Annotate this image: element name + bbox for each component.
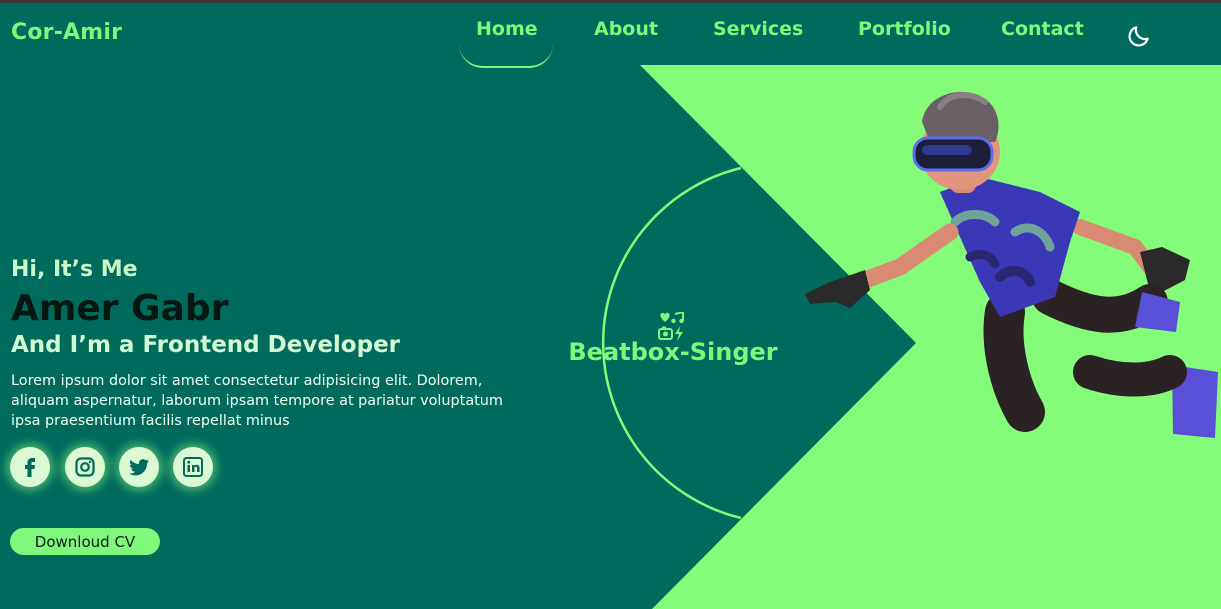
twitter-link[interactable] xyxy=(119,447,159,487)
download-cv-button[interactable]: Downloud CV xyxy=(10,528,160,555)
avatar-illustration xyxy=(805,91,1218,438)
nav-portfolio[interactable]: Portfolio xyxy=(858,18,951,40)
hero-greeting: Hi, It’s Me xyxy=(11,257,138,282)
nav-contact[interactable]: Contact xyxy=(1001,18,1084,40)
active-nav-indicator xyxy=(459,44,553,68)
nav-services[interactable]: Services xyxy=(713,18,803,40)
facebook-icon xyxy=(25,458,35,477)
twitter-icon xyxy=(129,459,149,476)
badge-label: Beatbox-Singer xyxy=(568,338,778,366)
hero-intro: Hi, It’s Me Amer Gabr And I’m a Frontend… xyxy=(11,255,531,431)
hero-role: And I’m a Frontend Developer xyxy=(11,332,401,358)
moon-icon[interactable] xyxy=(1126,23,1152,49)
instagram-link[interactable] xyxy=(65,447,105,487)
facebook-link[interactable] xyxy=(10,447,50,487)
linkedin-link[interactable] xyxy=(173,447,213,487)
linkedin-icon xyxy=(183,457,203,477)
nav-home[interactable]: Home xyxy=(476,18,538,40)
instagram-icon xyxy=(75,457,95,477)
hero-description: Lorem ipsum dolor sit amet consectetur a… xyxy=(11,373,503,429)
nav-about[interactable]: About xyxy=(594,18,658,40)
hero-name: Amer Gabr xyxy=(11,288,229,329)
main-nav: Home About Services Portfolio Contact xyxy=(0,18,1221,68)
